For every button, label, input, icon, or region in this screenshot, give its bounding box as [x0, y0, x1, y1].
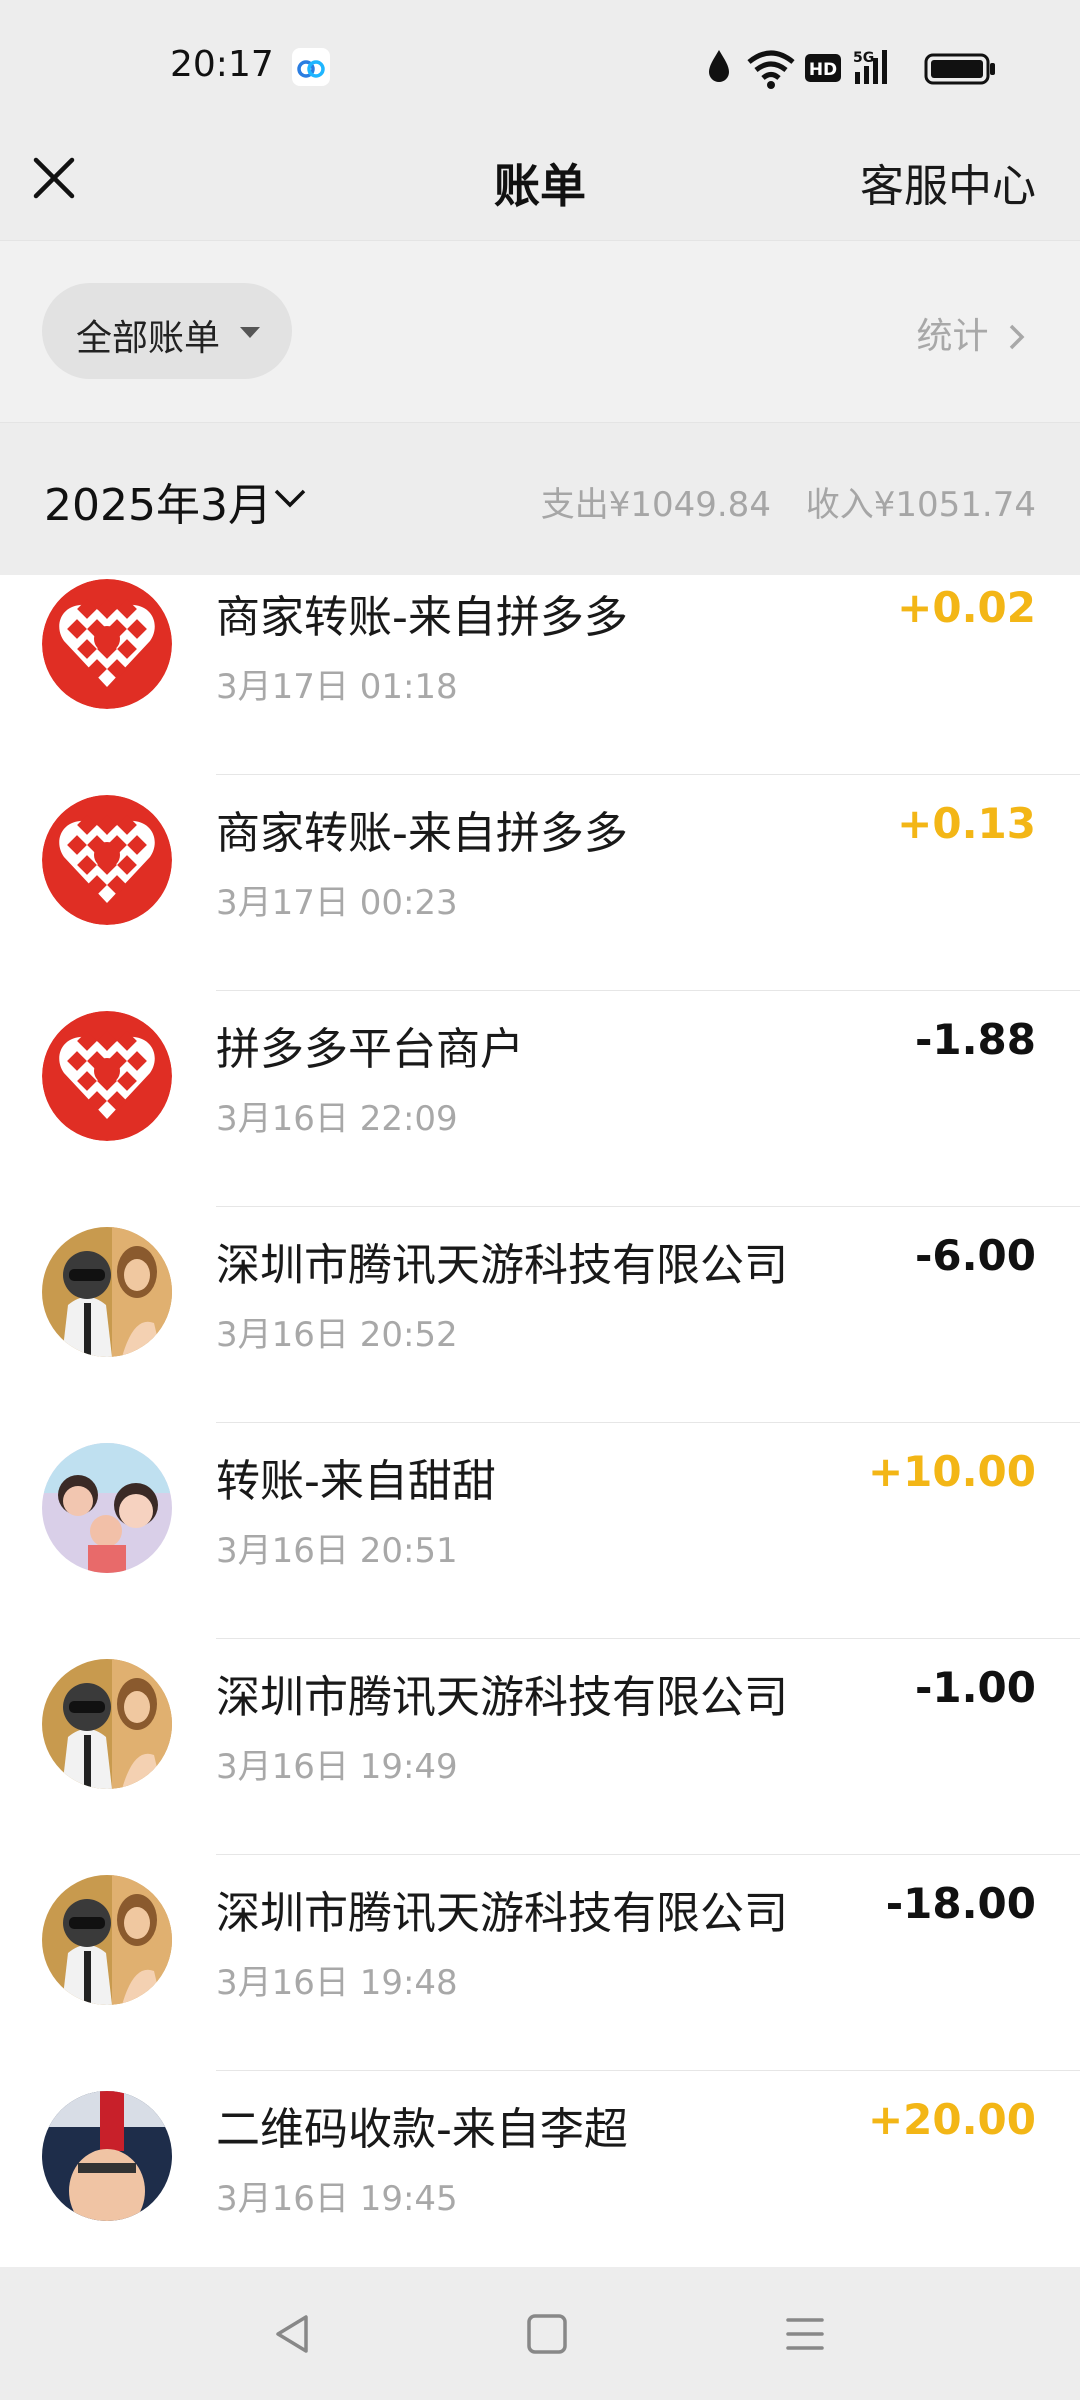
- home-button[interactable]: [522, 2309, 572, 2359]
- transaction-title: 二维码收款-来自李超: [216, 2104, 628, 2155]
- battery-icon: [924, 53, 995, 85]
- app-notification-icon: [292, 48, 330, 86]
- transaction-title: 拼多多平台商户: [216, 1024, 524, 1075]
- transaction-time: 3月16日 22:09: [216, 1099, 458, 1139]
- pinduoduo-logo-icon: [42, 795, 172, 925]
- svg-text:HD: HD: [809, 60, 837, 80]
- pinduoduo-logo-icon: [42, 579, 172, 709]
- month-summary: 支出¥1049.84 收入¥1051.74: [517, 477, 1036, 526]
- transaction-title: 深圳市腾讯天游科技有限公司: [216, 1672, 788, 1723]
- transaction-time: 3月17日 01:18: [216, 667, 458, 707]
- menu-icon: [786, 2318, 824, 2350]
- title-bar: 账单 客服中心: [0, 130, 1080, 240]
- transaction-row[interactable]: 转账-来自甜甜 3月16日 20:51 +10.00: [0, 1423, 1080, 1639]
- transaction-time: 3月16日 20:52: [216, 1315, 458, 1355]
- pinduoduo-logo-icon: [42, 1011, 172, 1141]
- avatar: [42, 1659, 172, 1789]
- transaction-amount: +20.00: [867, 2095, 1036, 2144]
- transaction-title: 深圳市腾讯天游科技有限公司: [216, 1240, 788, 1291]
- transaction-time: 3月16日 19:49: [216, 1747, 458, 1787]
- transaction-time: 3月16日 19:48: [216, 1963, 458, 2003]
- month-selector[interactable]: 2025年3月: [44, 469, 272, 533]
- hd-icon: HD: [805, 54, 841, 82]
- transaction-amount: +10.00: [867, 1447, 1036, 1496]
- transaction-row[interactable]: 深圳市腾讯天游科技有限公司 3月16日 19:49 -1.00: [0, 1639, 1080, 1855]
- status-time: 20:17: [170, 44, 274, 85]
- statistics-link[interactable]: 统计: [917, 307, 1028, 359]
- transaction-title: 商家转账-来自拼多多: [216, 808, 628, 859]
- back-icon: [276, 2315, 308, 2353]
- wifi-icon: [747, 50, 795, 89]
- home-icon: [527, 2314, 567, 2354]
- avatar: [42, 1443, 172, 1573]
- statistics-label: 统计: [916, 316, 989, 357]
- avatar: [42, 1227, 172, 1357]
- transaction-row[interactable]: 深圳市腾讯天游科技有限公司 3月16日 20:52 -6.00: [0, 1207, 1080, 1423]
- transaction-time: 3月16日 19:45: [216, 2179, 458, 2219]
- transaction-amount: +0.02: [897, 583, 1036, 632]
- transaction-row[interactable]: 拼多多平台商户 3月16日 22:09 -1.88: [0, 991, 1080, 1207]
- customer-service-link[interactable]: 客服中心: [860, 150, 1036, 214]
- expense-total: 支出¥1049.84: [540, 485, 771, 525]
- transaction-amount: -1.00: [914, 1663, 1036, 1712]
- transaction-row[interactable]: 商家转账-来自拼多多 3月17日 00:23 +0.13: [0, 775, 1080, 991]
- month-bar: 2025年3月 支出¥1049.84 收入¥1051.74: [0, 423, 1080, 575]
- transaction-amount: -1.88: [914, 1015, 1036, 1064]
- svg-text:5G: 5G: [853, 50, 874, 66]
- transaction-amount: -18.00: [885, 1879, 1036, 1928]
- filter-bar: 全部账单 统计: [0, 240, 1080, 423]
- transaction-row[interactable]: 深圳市腾讯天游科技有限公司 3月16日 19:48 -18.00: [0, 1855, 1080, 2071]
- transaction-title: 转账-来自甜甜: [216, 1456, 496, 1507]
- transaction-row[interactable]: 二维码收款-来自李超 3月16日 19:45 +20.00: [0, 2071, 1080, 2267]
- water-drop-icon: [709, 50, 729, 82]
- transaction-amount: -6.00: [914, 1231, 1036, 1280]
- status-bar: 20:17 HD 5G: [0, 0, 1080, 130]
- avatar: [42, 2091, 172, 2221]
- chevron-down-icon[interactable]: [272, 487, 308, 511]
- system-nav-bar: [0, 2267, 1080, 2400]
- caret-down-icon: [240, 327, 260, 338]
- bill-filter-label: 全部账单: [76, 318, 221, 359]
- transaction-time: 3月17日 00:23: [216, 883, 458, 923]
- transaction-list[interactable]: 商家转账-来自拼多多 3月17日 01:18 +0.02 商家转账-来自拼多多 3月17…: [0, 575, 1080, 2267]
- transaction-title: 深圳市腾讯天游科技有限公司: [216, 1888, 788, 1939]
- avatar: [42, 1875, 172, 2005]
- 5g-signal-icon: 5G: [853, 50, 887, 84]
- transaction-row[interactable]: 商家转账-来自拼多多 3月17日 01:18 +0.02: [0, 575, 1080, 775]
- chevron-right-icon: [1009, 324, 1025, 350]
- back-button[interactable]: [268, 2309, 318, 2359]
- transaction-amount: +0.13: [897, 799, 1036, 848]
- transaction-title: 商家转账-来自拼多多: [216, 592, 628, 643]
- menu-button[interactable]: [780, 2309, 830, 2359]
- income-total: 收入¥1051.74: [805, 485, 1036, 525]
- status-icons: HD 5G: [705, 46, 1010, 90]
- transaction-time: 3月16日 20:51: [216, 1531, 458, 1571]
- bill-filter-dropdown[interactable]: 全部账单: [42, 283, 292, 379]
